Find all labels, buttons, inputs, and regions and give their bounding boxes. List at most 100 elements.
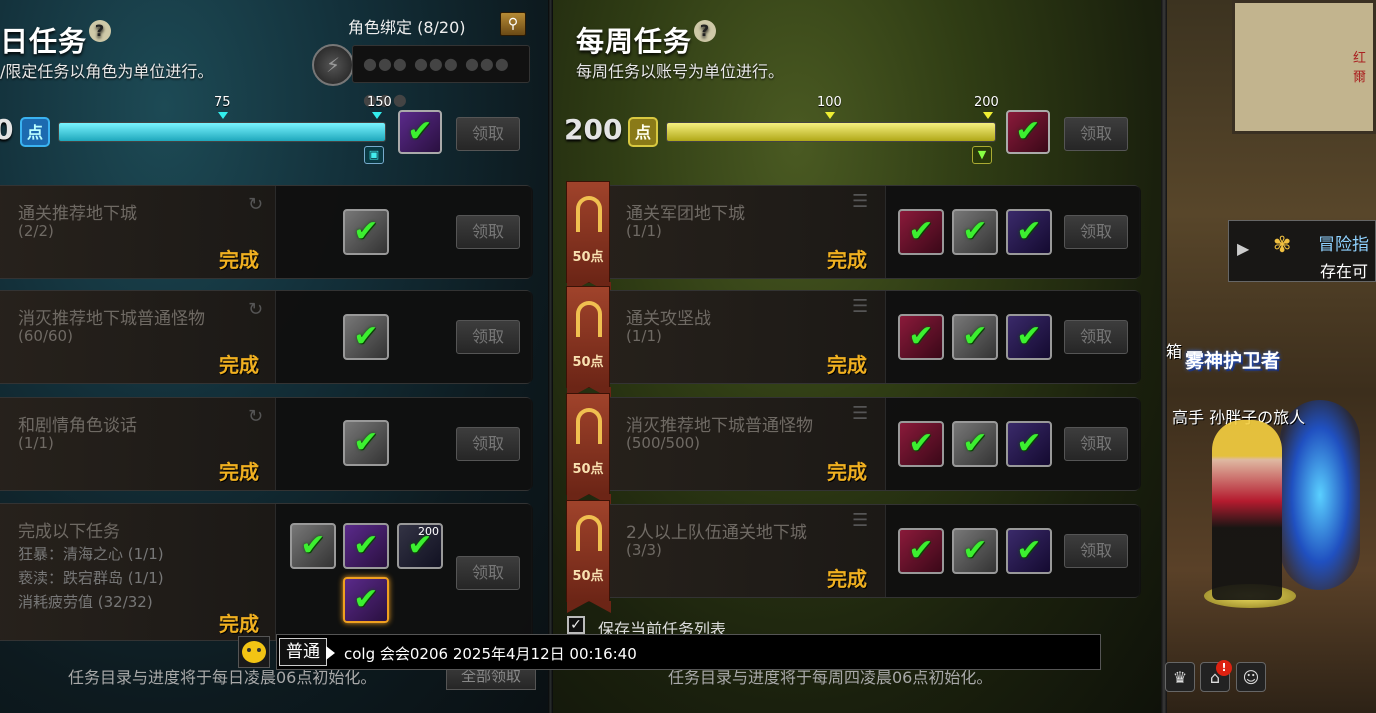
bag-icon[interactable]: ♛ (1165, 662, 1195, 692)
quest-name: 消灭推荐地下城普通怪物 (626, 416, 813, 436)
save-list-checkbox[interactable]: ✓ (567, 616, 585, 634)
reward-icon[interactable]: ✔ (952, 528, 998, 574)
points-banner: 50点 (566, 393, 611, 506)
quest-progress: (2/2) (18, 222, 54, 240)
weekly-subtitle: 每周任务以账号为单位进行。 (576, 62, 785, 81)
quest-claim-button[interactable]: 领取 (1064, 320, 1128, 354)
refresh-icon[interactable]: ↻ (248, 299, 263, 320)
reward-icon[interactable]: ✔ (343, 314, 389, 360)
daily-tier-reward[interactable]: ✔ (398, 110, 442, 154)
quest-progress: (1/1) (626, 327, 662, 345)
daily-progress-fill (59, 123, 385, 141)
check-icon: ✔ (962, 214, 988, 249)
character-bind-label: 角色绑定 (8/20) (348, 18, 466, 37)
search-button[interactable]: ⚲ (500, 12, 526, 36)
chat-channel-selector[interactable]: 普通 (279, 638, 327, 666)
chest-icon[interactable]: ▼ (972, 146, 992, 164)
check-icon: ✔ (300, 528, 326, 563)
gate-icon (576, 196, 602, 232)
chat-input-text[interactable]: colg 会会0206 2025年4月12日 00:16:40 (344, 643, 637, 664)
reward-icon[interactable]: ✔ (898, 209, 944, 255)
quest-name: 完成以下任务 (18, 522, 120, 542)
check-icon: ✔ (908, 426, 934, 461)
reward-icon[interactable]: ✔ 200 (397, 523, 443, 569)
refresh-icon[interactable]: ↻ (248, 406, 263, 427)
reward-icon[interactable]: ✔ (1006, 314, 1052, 360)
quest-claim-button[interactable]: 领取 (456, 215, 520, 249)
reward-icon[interactable]: ✔ (1006, 209, 1052, 255)
expand-arrow-icon[interactable]: ▶ (1237, 239, 1249, 258)
reward-icon[interactable]: ✔ (898, 314, 944, 360)
reward-icon[interactable]: ✔ (1006, 421, 1052, 467)
bind-code-input[interactable]: ●●● ●●● ●●● ●●● (352, 45, 530, 109)
weekly-tick-200: 200 (974, 95, 999, 110)
quest-status: 完成 (219, 612, 259, 636)
quest-progress: (1/1) (626, 222, 662, 240)
check-icon: ✔ (1015, 114, 1041, 149)
weekly-tick-marker (983, 112, 993, 119)
minimap[interactable]: 红爾 (1232, 0, 1376, 134)
reward-icon[interactable]: ✔ (343, 420, 389, 466)
reward-icon[interactable]: ✔ (952, 314, 998, 360)
check-icon: ✔ (353, 425, 379, 460)
quest-progress: (1/1) (18, 434, 54, 452)
check-icon: ✔ (962, 533, 988, 568)
sub-quest-item: 狂暴：清海之心 (1/1) (18, 545, 164, 563)
reward-icon[interactable]: ✔ (343, 209, 389, 255)
points-banner: 50点 (566, 181, 611, 294)
quest-claim-button[interactable]: 领取 (1064, 215, 1128, 249)
daily-claim-button[interactable]: 领取 (456, 117, 520, 151)
quest-status: 完成 (827, 353, 867, 377)
bind-lightning-icon[interactable]: ⚡ (312, 44, 354, 86)
daily-points-value: 0 (0, 113, 14, 146)
weekly-claim-button[interactable]: 领取 (1064, 117, 1128, 151)
weekly-progress-bar (666, 122, 996, 142)
channel-arrow-icon[interactable] (326, 646, 335, 660)
quest-status: 完成 (219, 460, 259, 484)
menu-icon[interactable]: ☰ (852, 191, 868, 212)
emoticon-button[interactable] (238, 636, 270, 668)
reward-icon[interactable]: ✔ (290, 523, 336, 569)
chest-icon[interactable]: ▣ (364, 146, 384, 164)
help-icon[interactable]: ? (694, 20, 717, 42)
quest-claim-button[interactable]: 领取 (456, 427, 520, 461)
quest-status: 完成 (219, 248, 259, 272)
player-character[interactable] (1212, 420, 1282, 600)
check-icon: ✔ (353, 214, 379, 249)
quest-status: 完成 (827, 567, 867, 591)
menu-icon[interactable]: ☰ (852, 403, 868, 424)
reward-icon[interactable]: ✔ (343, 523, 389, 569)
quest-claim-button[interactable]: 领取 (456, 320, 520, 354)
reward-icon[interactable]: ✔ (952, 209, 998, 255)
check-icon: ✔ (353, 582, 379, 617)
reward-icon[interactable]: ✔ (898, 528, 944, 574)
menu-icon[interactable]: ☰ (852, 510, 868, 531)
quest-claim-button[interactable]: 领取 (1064, 427, 1128, 461)
quest-claim-button[interactable]: 领取 (1064, 534, 1128, 568)
check-icon: ✔ (1016, 533, 1042, 568)
magnifier-icon: ⚲ (507, 16, 519, 32)
avatar-icon[interactable]: ☺ (1236, 662, 1266, 692)
weekly-tick-marker (825, 112, 835, 119)
menu-icon[interactable]: ☰ (852, 296, 868, 317)
quest-name: 2人以上队伍通关地下城 (626, 523, 807, 543)
points-banner: 50点 (566, 286, 611, 399)
weekly-tier-reward[interactable]: ✔ (1006, 110, 1050, 154)
minimap-label: 红爾 (1353, 51, 1367, 85)
reward-icon[interactable]: ✔ (952, 421, 998, 467)
help-icon[interactable]: ? (89, 20, 112, 42)
quest-name: 通关攻坚战 (626, 309, 711, 329)
check-icon: ✔ (407, 114, 433, 149)
quest-name: 和剧情角色谈话 (18, 416, 137, 436)
reward-icon[interactable]: ✔ (1006, 528, 1052, 574)
refresh-icon[interactable]: ↻ (248, 194, 263, 215)
bonus-reward-icon[interactable]: ✔ (343, 577, 389, 623)
quest-name: 消灭推荐地下城普通怪物 (18, 309, 205, 329)
reward-icon[interactable]: ✔ (898, 421, 944, 467)
quest-progress: (60/60) (18, 327, 73, 345)
daily-subtitle: /限定任务以角色为单位进行。 (0, 62, 214, 81)
portal[interactable] (1280, 400, 1360, 590)
weekly-progress-fill (667, 123, 995, 141)
quest-claim-button[interactable]: 领取 (456, 556, 520, 590)
route-icon: ✾ (1273, 233, 1292, 258)
